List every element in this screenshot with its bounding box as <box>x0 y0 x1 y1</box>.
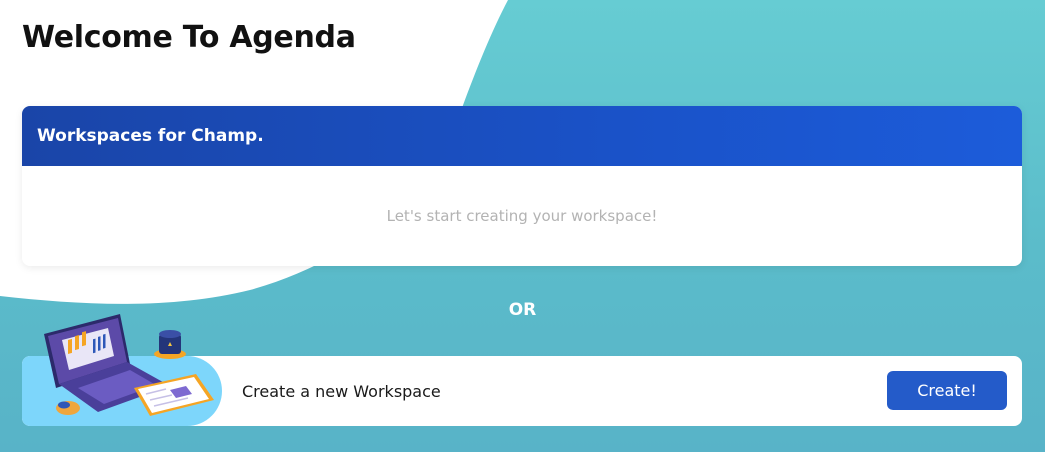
workspaces-header: Workspaces for Champ. <box>22 106 1022 166</box>
create-workspace-card: Create a new Workspace Create! <box>22 314 1022 426</box>
workspaces-card: Workspaces for Champ. Let's start creati… <box>22 106 1022 266</box>
workspaces-empty-message: Let's start creating your workspace! <box>386 207 658 225</box>
laptop-illustration-icon <box>44 314 214 416</box>
page-title: Welcome To Agenda <box>22 20 356 55</box>
workspaces-header-title: Workspaces for Champ. <box>37 126 264 146</box>
create-button[interactable]: Create! <box>887 371 1007 410</box>
create-workspace-label: Create a new Workspace <box>242 381 441 401</box>
